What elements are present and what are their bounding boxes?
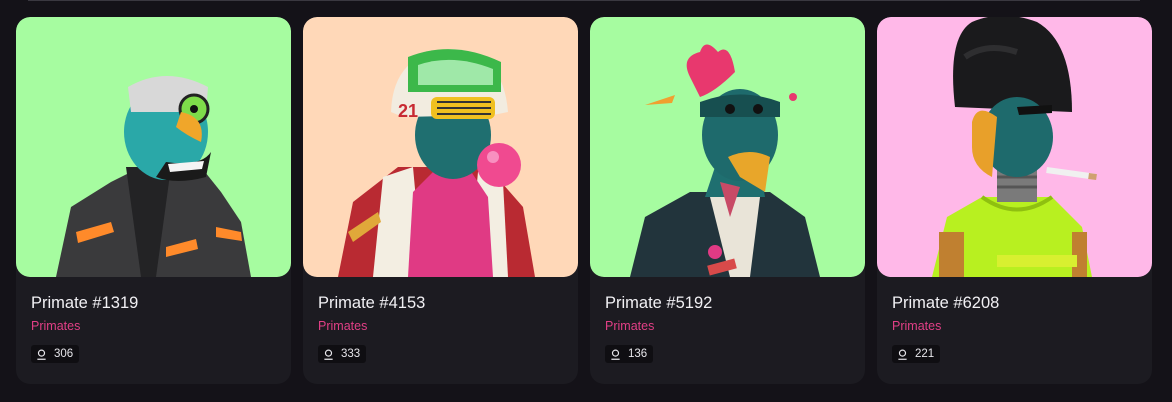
nft-title[interactable]: Primate #5192 [605, 293, 850, 313]
collection-link[interactable]: Primates [892, 319, 1137, 333]
collection-link[interactable]: Primates [318, 319, 563, 333]
nft-card[interactable]: Primate #5192 Primates 136 [590, 17, 865, 384]
user-icon [37, 349, 46, 360]
collection-link[interactable]: Primates [605, 319, 850, 333]
owner-count: 306 [54, 348, 74, 360]
user-icon [898, 349, 907, 360]
owner-count-badge: 136 [605, 345, 654, 363]
owner-count-badge: 306 [31, 345, 80, 363]
top-divider [28, 0, 1140, 1]
nft-title[interactable]: Primate #4153 [318, 293, 563, 313]
nft-image[interactable] [590, 17, 865, 277]
nft-image[interactable] [877, 17, 1152, 277]
user-icon [611, 349, 620, 360]
nft-card[interactable]: 21 Primate #4153 Primates 333 [303, 17, 578, 384]
nft-grid: Primate #1319 Primates 306 21 Primate #4… [16, 17, 1152, 384]
nft-title[interactable]: Primate #6208 [892, 293, 1137, 313]
svg-text:21: 21 [398, 101, 418, 121]
collection-link[interactable]: Primates [31, 319, 276, 333]
owner-count-badge: 221 [892, 345, 941, 363]
owner-count: 221 [915, 348, 935, 360]
nft-card[interactable]: Primate #1319 Primates 306 [16, 17, 291, 384]
owner-count-badge: 333 [318, 345, 367, 363]
user-icon [324, 349, 333, 360]
nft-image[interactable]: 21 [303, 17, 578, 277]
owner-count: 333 [341, 348, 361, 360]
nft-title[interactable]: Primate #1319 [31, 293, 276, 313]
nft-card[interactable]: Primate #6208 Primates 221 [877, 17, 1152, 384]
owner-count: 136 [628, 348, 648, 360]
nft-image[interactable] [16, 17, 291, 277]
